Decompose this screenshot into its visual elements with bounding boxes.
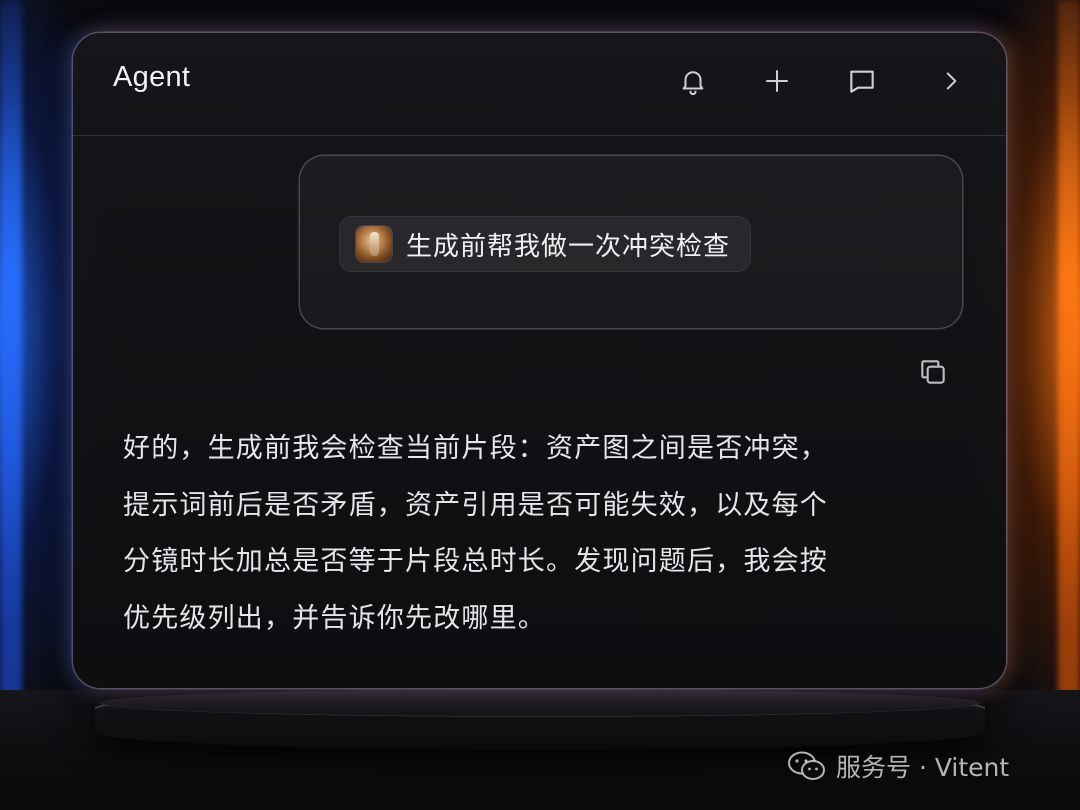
- panel-header: Agent: [73, 33, 1006, 136]
- user-message-chip[interactable]: 生成前帮我做一次冲突检查: [340, 217, 751, 271]
- scene: Agent 生成前帮我做一次冲突检查 好的，生成前我会检查当前片段：资产图之间是…: [0, 0, 1080, 810]
- copy-button[interactable]: [916, 355, 950, 389]
- blue-light-strip: [0, 0, 22, 700]
- watermark-text: 服务号 · Vitent: [836, 753, 1010, 782]
- new-chat-button[interactable]: [757, 61, 797, 101]
- panel-title: Agent: [113, 61, 191, 93]
- assistant-line: 优先级列出，并告诉你先改哪里。: [123, 602, 546, 634]
- chevron-right-icon: [946, 72, 957, 90]
- pedestal-top: [100, 690, 980, 716]
- assistant-line: 提示词前后是否矛盾，资产引用是否可能失效，以及每个: [123, 489, 828, 521]
- bell-icon: [682, 71, 704, 96]
- notification-button[interactable]: [673, 61, 713, 101]
- wechat-icon: [788, 751, 825, 780]
- chat-history-button[interactable]: [842, 61, 882, 101]
- user-message-bubble: 生成前帮我做一次冲突检查: [300, 156, 962, 328]
- asset-thumbnail: [356, 226, 392, 262]
- assistant-line: 分镜时长加总是否等于片段总时长。发现问题后，我会按: [123, 546, 828, 577]
- user-message-text: 生成前帮我做一次冲突检查: [406, 231, 731, 262]
- orange-light-strip: [1058, 0, 1080, 700]
- assistant-message: 好的，生成前我会检查当前片段：资产图之间是否冲突， 提示词前后是否矛盾，资产引用…: [123, 421, 923, 647]
- copy-icon: [921, 360, 945, 384]
- watermark: 服务号 · Vitent: [786, 748, 1009, 784]
- chat-icon: [850, 70, 874, 93]
- assistant-line: 好的，生成前我会检查当前片段：资产图之间是否冲突，: [123, 433, 828, 464]
- agent-panel: Agent 生成前帮我做一次冲突检查 好的，生成前我会检查当前片段：资产图之间是…: [73, 33, 1006, 688]
- plus-icon: [766, 70, 788, 92]
- expand-button[interactable]: [931, 61, 971, 101]
